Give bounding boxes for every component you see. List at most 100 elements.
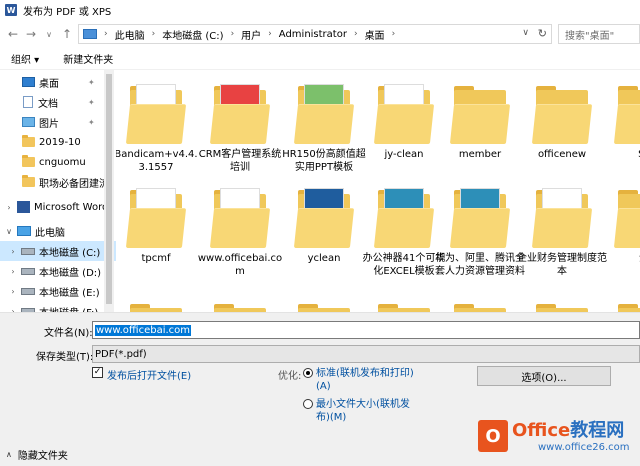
folder-name: member xyxy=(458,149,502,160)
folder-icon xyxy=(125,188,187,250)
computer-icon xyxy=(83,29,97,39)
pin-icon: ✦ xyxy=(88,97,95,107)
folder-name: Bandicam+v4.4.3.1557 xyxy=(116,149,198,173)
watermark: O Office教程网 www.office26.com xyxy=(472,412,640,466)
options-button[interactable]: 选项(O)... xyxy=(477,366,611,386)
desktop-icon xyxy=(22,77,35,87)
filename-label: 文件名(N): xyxy=(44,328,93,339)
folder-item[interactable]: 华为、阿里、腾讯全套人力资源管理资料 xyxy=(434,188,526,278)
address-dropdown-icon[interactable]: ∨ xyxy=(522,28,529,38)
drive-icon xyxy=(21,247,35,255)
window-title: 发布为 PDF 或 XPS xyxy=(23,6,112,18)
folder-icon[interactable] xyxy=(128,302,184,312)
chevron-right-icon[interactable]: › xyxy=(152,29,156,39)
chevron-right-icon[interactable]: › xyxy=(392,29,396,39)
standard-radio-label[interactable]: 标准(联机发布和打印)(A) xyxy=(316,367,426,393)
refresh-icon[interactable]: ↻ xyxy=(538,27,547,40)
open-after-publish-checkbox[interactable]: ✓ xyxy=(92,367,103,378)
chevron-right-icon[interactable]: › xyxy=(354,29,358,39)
minimum-size-radio-label[interactable]: 最小文件大小(联机发布)(M) xyxy=(316,398,416,424)
nav-item-team-building[interactable]: 职场必备团建流 xyxy=(0,172,116,192)
folder-icon xyxy=(449,188,511,250)
new-folder-button[interactable]: 新建文件夹 xyxy=(63,51,113,66)
chevron-right-icon[interactable]: › xyxy=(8,287,18,296)
nav-item-2019-10[interactable]: 2019-10 xyxy=(0,132,116,152)
breadcrumb-this-pc[interactable]: 此电脑 xyxy=(115,27,145,42)
nav-item-this-pc[interactable]: ∨ 此电脑 xyxy=(0,221,116,241)
folder-item[interactable]: www.officebai.com xyxy=(194,188,286,278)
breadcrumb-desktop[interactable]: 桌面 xyxy=(365,27,385,42)
nav-scrollbar-thumb[interactable] xyxy=(106,74,112,304)
recent-dropdown-icon[interactable]: ∨ xyxy=(40,25,58,43)
folder-name: officenew xyxy=(537,149,587,160)
nav-item-desktop[interactable]: 桌面 ✦ xyxy=(0,72,116,92)
search-input[interactable]: 搜索"桌面" xyxy=(558,24,640,44)
folder-icon xyxy=(531,84,593,146)
nav-item-label: 桌面 xyxy=(39,78,59,90)
chevron-right-icon[interactable]: › xyxy=(8,247,18,256)
folder-icon xyxy=(22,135,35,147)
folder-item[interactable]: HR150份高颜值超实用PPT模板 xyxy=(278,84,370,174)
chevron-right-icon[interactable]: › xyxy=(268,29,272,39)
watermark-brand: Office教程网 xyxy=(512,416,624,442)
hide-folders-label: 隐藏文件夹 xyxy=(17,451,68,462)
filename-input[interactable]: www.officebai.com xyxy=(92,321,640,339)
standard-radio[interactable] xyxy=(303,368,313,378)
folder-icon[interactable] xyxy=(296,302,352,312)
nav-item-label: 文档 xyxy=(38,98,58,110)
folder-item[interactable]: CRM客户管理系统培训 xyxy=(194,84,286,174)
chevron-down-icon[interactable]: ∨ xyxy=(4,227,14,236)
open-after-publish-label[interactable]: 发布后打开文件(E) xyxy=(107,367,191,382)
nav-item-cnguomu[interactable]: cnguomu xyxy=(0,152,116,172)
nav-item-drive-d[interactable]: › 本地磁盘 (D:) xyxy=(0,261,116,281)
chevron-right-icon[interactable]: › xyxy=(231,29,235,39)
folder-item[interactable]: yclean xyxy=(278,188,370,265)
pin-icon: ✦ xyxy=(88,77,95,87)
chevron-right-icon[interactable]: › xyxy=(4,203,14,212)
forward-arrow-icon[interactable]: → xyxy=(22,25,40,43)
folder-item[interactable]: 企 xyxy=(598,188,640,265)
folder-icon[interactable] xyxy=(376,302,432,312)
folder-icon xyxy=(209,188,271,250)
folder-icon[interactable] xyxy=(534,302,590,312)
save-type-select[interactable]: PDF(*.pdf) xyxy=(92,345,640,363)
folder-item[interactable]: Sc xyxy=(598,84,640,161)
folder-icon xyxy=(373,188,435,250)
nav-scrollbar[interactable] xyxy=(104,70,114,312)
back-arrow-icon[interactable]: ← xyxy=(4,25,22,43)
folder-icon[interactable] xyxy=(212,302,268,312)
folder-icon xyxy=(125,84,187,146)
breadcrumb-administrator[interactable]: Administrator xyxy=(279,29,347,40)
folder-item[interactable]: Bandicam+v4.4.3.1557 xyxy=(116,84,202,174)
hide-folders-toggle[interactable]: ∧ 隐藏文件夹 xyxy=(6,447,68,462)
nav-item-label: 2019-10 xyxy=(39,136,81,148)
folder-icon xyxy=(293,84,355,146)
chevron-right-icon[interactable]: › xyxy=(104,29,108,39)
organize-menu[interactable]: 组织 ▾ xyxy=(11,51,39,66)
folder-item[interactable]: tpcmf xyxy=(116,188,202,265)
nav-item-drive-c[interactable]: › 本地磁盘 (C:) xyxy=(0,241,116,261)
breadcrumb-users[interactable]: 用户 xyxy=(241,27,261,42)
nav-item-label: cnguomu xyxy=(39,156,86,168)
folder-item[interactable]: officenew xyxy=(516,84,608,161)
up-arrow-icon[interactable]: ↑ xyxy=(58,25,76,43)
nav-item-pictures[interactable]: 图片 ✦ xyxy=(0,112,116,132)
address-bar[interactable]: › 此电脑 › 本地磁盘 (C:) › 用户 › Administrator ›… xyxy=(78,24,552,44)
minimum-size-radio[interactable] xyxy=(303,399,313,409)
folder-icon[interactable] xyxy=(452,302,508,312)
folder-item[interactable]: member xyxy=(434,84,526,161)
nav-item-microsoft-word[interactable]: › Microsoft Word xyxy=(0,197,116,217)
nav-item-drive-f[interactable]: › 本地磁盘 (F:) xyxy=(0,301,116,312)
folder-icon[interactable] xyxy=(616,302,640,312)
folder-item[interactable]: 企业财务管理制度范本 xyxy=(516,188,608,278)
filename-value[interactable]: www.officebai.com xyxy=(95,324,192,336)
drive-icon xyxy=(21,287,35,295)
folder-icon xyxy=(22,175,35,187)
nav-item-drive-e[interactable]: › 本地磁盘 (E:) xyxy=(0,281,116,301)
folder-name: www.officebai.com xyxy=(197,253,283,277)
nav-item-label: 本地磁盘 (E:) xyxy=(39,287,100,299)
nav-item-documents[interactable]: 文档 ✦ xyxy=(0,92,116,112)
breadcrumb-drive-c[interactable]: 本地磁盘 (C:) xyxy=(162,27,223,42)
chevron-right-icon[interactable]: › xyxy=(8,267,18,276)
save-type-label: 保存类型(T): xyxy=(36,352,94,363)
